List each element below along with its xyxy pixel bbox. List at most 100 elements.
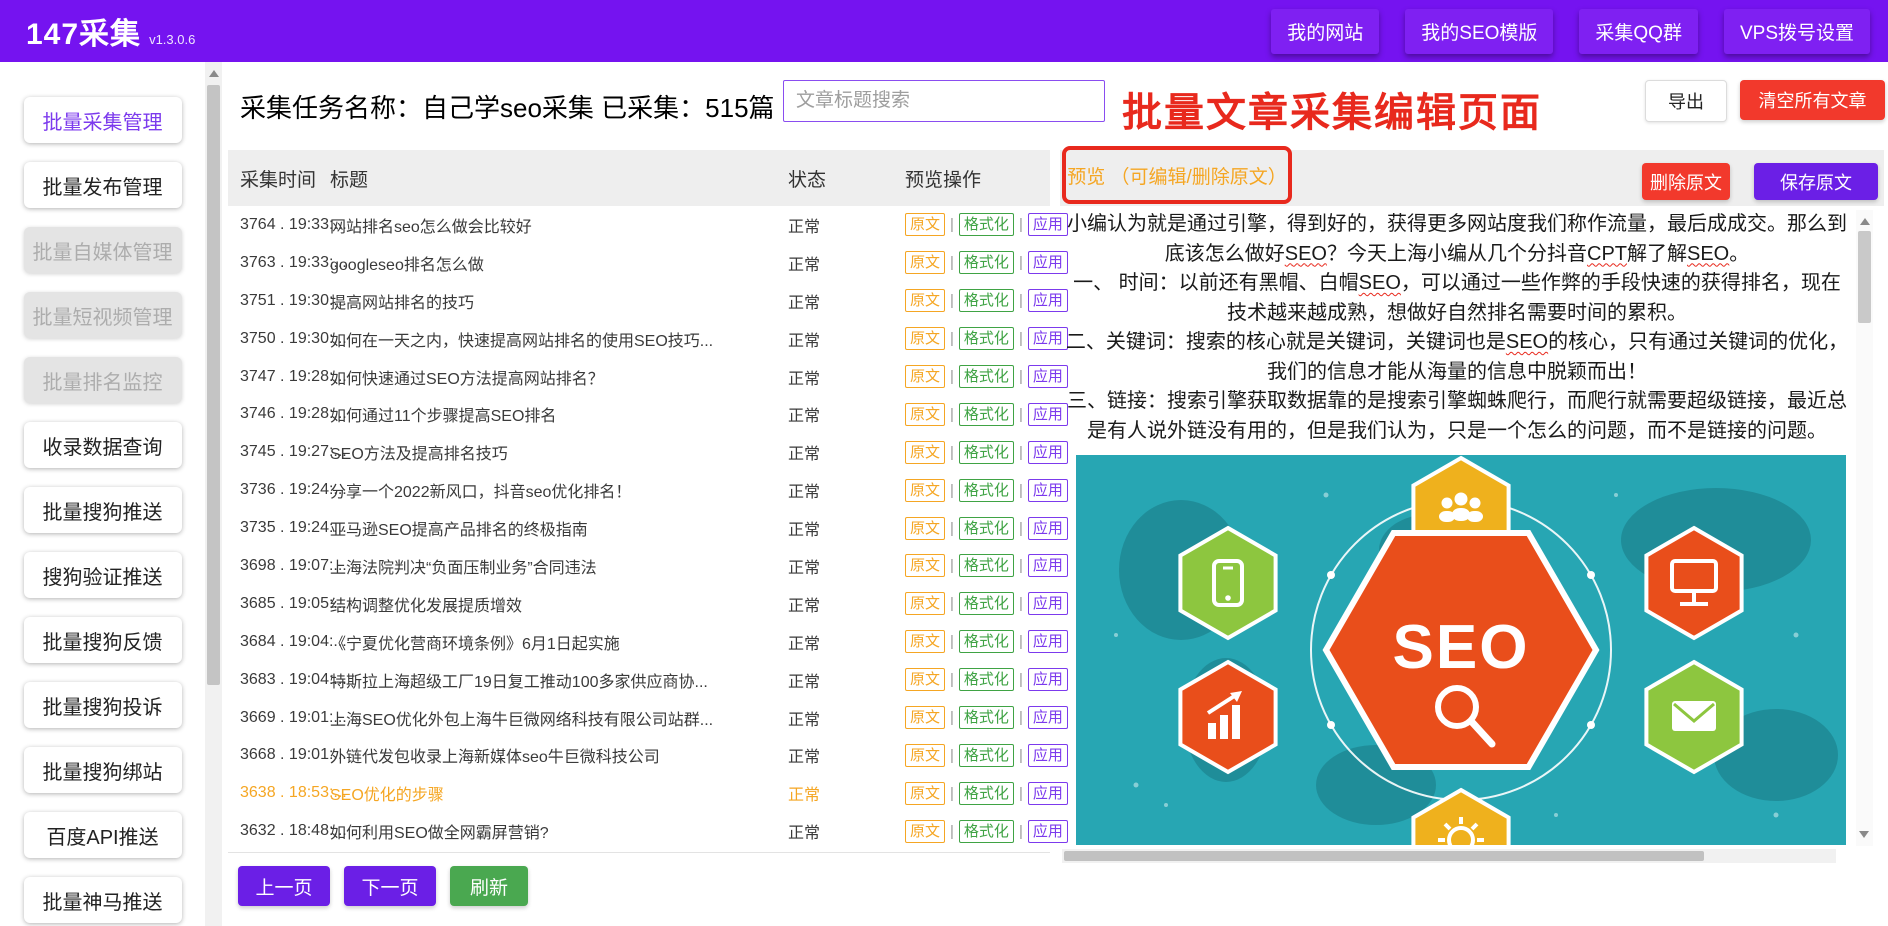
table-row[interactable]: 3683 . 19:04:...特斯拉上海超级工厂19日复工推动100多家供应商…	[228, 661, 1050, 699]
scrollbar-thumb[interactable]	[207, 85, 220, 685]
preview-scrollbar-thumb[interactable]	[1858, 231, 1871, 323]
separator: |	[950, 482, 954, 499]
sidebar-item[interactable]: 批量搜狗反馈	[24, 617, 182, 663]
sidebar-item[interactable]: 批量采集管理	[24, 97, 182, 143]
format-button[interactable]: 格式化	[959, 592, 1014, 615]
sidebar-item[interactable]: 批量发布管理	[24, 162, 182, 208]
table-row[interactable]: 3763 . 19:33:...googleseo排名怎么做正常原文|格式化|应…	[228, 244, 1050, 282]
format-button[interactable]: 格式化	[959, 251, 1014, 274]
original-button[interactable]: 原文	[905, 744, 945, 767]
original-button[interactable]: 原文	[905, 441, 945, 464]
sidebar-item: 批量自媒体管理	[24, 227, 182, 273]
top-bar: 147采集 v1.3.0.6 我的网站我的SEO模版采集QQ群VPS拨号设置	[0, 0, 1888, 62]
format-button[interactable]: 格式化	[959, 403, 1014, 426]
table-row[interactable]: 3736 . 19:24:...分享一个2022新风口，抖音seo优化排名！正常…	[228, 471, 1050, 509]
sidebar-item[interactable]: 搜狗验证推送	[24, 552, 182, 598]
sidebar-item[interactable]: 批量搜狗绑站	[24, 747, 182, 793]
delete-original-button[interactable]: 删除原文	[1642, 163, 1730, 200]
format-button[interactable]: 格式化	[959, 630, 1014, 653]
row-title: 特斯拉上海超级工厂19日复工推动100多家供应商协...	[330, 661, 782, 699]
format-button[interactable]: 格式化	[959, 441, 1014, 464]
table-row[interactable]: 3698 . 19:07:...上海法院判决“负面压制业务”合同违法正常原文|格…	[228, 547, 1050, 585]
format-button[interactable]: 格式化	[959, 327, 1014, 350]
original-button[interactable]: 原文	[905, 782, 945, 805]
table-row[interactable]: 3751 . 19:30:...提高网站排名的技巧正常原文|格式化|应用	[228, 282, 1050, 320]
row-actions: 原文|格式化|应用	[905, 320, 1068, 358]
format-button[interactable]: 格式化	[959, 706, 1014, 729]
scroll-up-icon[interactable]	[209, 70, 219, 77]
format-button[interactable]: 格式化	[959, 479, 1014, 502]
row-actions: 原文|格式化|应用	[905, 736, 1068, 774]
nav-item[interactable]: VPS拨号设置	[1724, 9, 1870, 54]
original-button[interactable]: 原文	[905, 820, 945, 843]
format-button[interactable]: 格式化	[959, 517, 1014, 540]
sidebar-item[interactable]: 百度API推送	[24, 812, 182, 858]
original-button[interactable]: 原文	[905, 403, 945, 426]
next-page-button[interactable]: 下一页	[344, 866, 436, 906]
original-button[interactable]: 原文	[905, 668, 945, 691]
original-button[interactable]: 原文	[905, 630, 945, 653]
original-button[interactable]: 原文	[905, 213, 945, 236]
preview-editor[interactable]: 小编认为就是通过引擎，得到好的，获得更多网站度我们称作流量，最后成成交。那么到底…	[1062, 210, 1852, 846]
article-list: 3764 . 19:33:...网站排名seo怎么做会比较好正常原文|格式化|应…	[228, 206, 1050, 852]
format-button[interactable]: 格式化	[959, 213, 1014, 236]
sidebar-item[interactable]: 收录数据查询	[24, 422, 182, 468]
table-row[interactable]: 3685 . 19:05:...结构调整优化发展提质增效正常原文|格式化|应用	[228, 585, 1050, 623]
original-button[interactable]: 原文	[905, 289, 945, 312]
original-button[interactable]: 原文	[905, 592, 945, 615]
original-button[interactable]: 原文	[905, 706, 945, 729]
search-input[interactable]	[783, 80, 1105, 122]
table-row[interactable]: 3745 . 19:27:...SEO方法及提高排名技巧正常原文|格式化|应用	[228, 433, 1050, 471]
clear-all-button[interactable]: 清空所有文章	[1740, 80, 1885, 120]
format-button[interactable]: 格式化	[959, 744, 1014, 767]
format-button[interactable]: 格式化	[959, 782, 1014, 805]
table-row[interactable]: 3750 . 19:30:...如何在一天之内，快速提高网站排名的使用SEO技巧…	[228, 320, 1050, 358]
nav-item[interactable]: 我的网站	[1271, 9, 1379, 54]
save-original-button[interactable]: 保存原文	[1754, 163, 1878, 200]
separator: |	[950, 557, 954, 574]
format-button[interactable]: 格式化	[959, 668, 1014, 691]
prev-page-button[interactable]: 上一页	[238, 866, 330, 906]
preview-scroll-down-icon[interactable]	[1859, 831, 1869, 838]
table-row[interactable]: 3632 . 18:48:...如何利用SEO做全网霸屏营销?正常原文|格式化|…	[228, 812, 1050, 850]
separator: |	[1019, 292, 1023, 309]
table-row[interactable]: 3735 . 19:24:...亚马逊SEO提高产品排名的终极指南正常原文|格式…	[228, 509, 1050, 547]
app-version: v1.3.0.6	[149, 32, 195, 47]
format-button[interactable]: 格式化	[959, 820, 1014, 843]
preview-hscrollbar-thumb[interactable]	[1064, 851, 1704, 861]
table-row[interactable]: 3746 . 19:28:...如何通过11个步骤提高SEO排名正常原文|格式化…	[228, 395, 1050, 433]
sidebar-item[interactable]: 批量搜狗投诉	[24, 682, 182, 728]
format-button[interactable]: 格式化	[959, 554, 1014, 577]
format-button[interactable]: 格式化	[959, 289, 1014, 312]
nav-item[interactable]: 采集QQ群	[1579, 9, 1698, 54]
row-status: 正常	[788, 812, 820, 850]
table-row[interactable]: 3747 . 19:28:...如何快速通过SEO方法提高网站排名？正常原文|格…	[228, 358, 1050, 396]
original-button[interactable]: 原文	[905, 479, 945, 502]
row-actions: 原文|格式化|应用	[905, 547, 1068, 585]
col-header-actions: 预览操作	[905, 150, 981, 206]
original-button[interactable]: 原文	[905, 517, 945, 540]
original-button[interactable]: 原文	[905, 554, 945, 577]
original-button[interactable]: 原文	[905, 251, 945, 274]
table-row[interactable]: 3684 . 19:04:...《宁夏优化营商环境条例》6月1日起实施正常原文|…	[228, 623, 1050, 661]
original-button[interactable]: 原文	[905, 365, 945, 388]
export-button[interactable]: 导出	[1645, 80, 1727, 122]
table-row[interactable]: 3668 . 19:01:...外链代发包收录上海新媒体seo牛巨微科技公司正常…	[228, 736, 1050, 774]
preview-scrollbar[interactable]	[1856, 210, 1873, 846]
table-row[interactable]: 3638 . 18:53:...SEO优化的步骤正常原文|格式化|应用	[228, 774, 1050, 812]
sidebar-item[interactable]: 批量神马推送	[24, 877, 182, 923]
sidebar-item[interactable]: 批量搜狗推送	[24, 487, 182, 533]
table-row[interactable]: 3764 . 19:33:...网站排名seo怎么做会比较好正常原文|格式化|应…	[228, 206, 1050, 244]
preview-line: 小编认为就是通过引擎，得到好的，获得更多网站度我们称作流量，最后成成交。那么到	[1062, 210, 1852, 240]
row-actions: 原文|格式化|应用	[905, 699, 1068, 737]
content-scrollbar[interactable]	[205, 62, 222, 926]
format-button[interactable]: 格式化	[959, 365, 1014, 388]
row-title: 如何快速通过SEO方法提高网站排名？	[330, 358, 782, 396]
nav-item[interactable]: 我的SEO模版	[1405, 9, 1553, 54]
preview-scroll-up-icon[interactable]	[1860, 218, 1870, 225]
table-row[interactable]: 3669 . 19:01:...上海SEO优化外包上海牛巨微网络科技有限公司站群…	[228, 699, 1050, 737]
refresh-button[interactable]: 刷新	[450, 866, 528, 906]
preview-hscrollbar[interactable]	[1062, 849, 1836, 863]
row-actions: 原文|格式化|应用	[905, 471, 1068, 509]
original-button[interactable]: 原文	[905, 327, 945, 350]
